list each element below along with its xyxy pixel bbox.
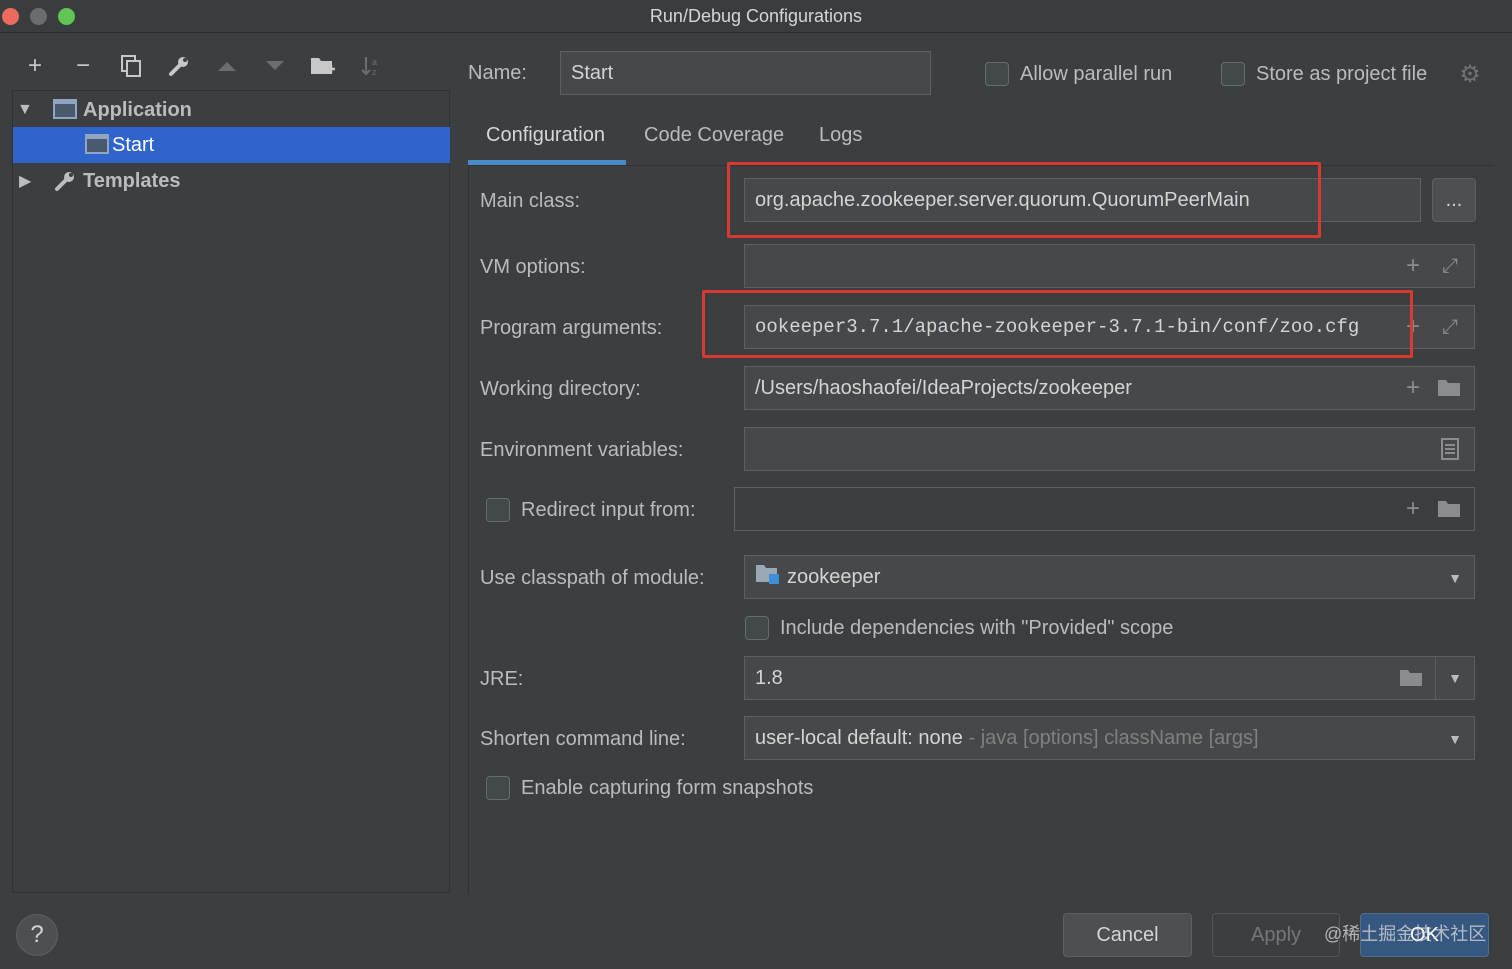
jre-label: JRE: [480,668,524,690]
folder-icon[interactable] [1397,663,1427,693]
enable-snapshots-checkbox[interactable] [486,776,510,800]
window-title: Run/Debug Configurations [649,6,863,26]
apply-button[interactable]: Apply [1212,913,1340,957]
tab-configuration[interactable]: Configuration [486,124,605,147]
store-project-label: Store as project file [1256,63,1428,85]
help-button[interactable]: ? [16,914,58,956]
store-project-checkbox[interactable] [1221,62,1245,86]
shorten-command-select[interactable]: user-local default: none - java [options… [744,716,1475,760]
tree-item-application[interactable]: ▼ Application [13,92,450,128]
environment-variables-label: Environment variables: [480,439,684,461]
expand-icon[interactable]: ⤢ [1435,312,1465,342]
tree-item-label: Application [83,98,192,121]
add-icon[interactable]: + [17,48,53,84]
wrench-icon[interactable] [161,48,197,84]
vm-options-input[interactable] [744,244,1475,288]
working-directory-label: Working directory: [480,378,641,400]
new-folder-icon[interactable] [305,48,341,84]
shorten-command-value: user-local default: none [755,726,963,749]
tab-bar: Configuration Code Coverage Logs [468,114,1494,166]
svg-text:z: z [372,67,377,77]
allow-parallel-checkbox[interactable] [985,62,1009,86]
tab-logs[interactable]: Logs [819,124,862,147]
copy-icon[interactable] [113,48,149,84]
program-arguments-label: Program arguments: [480,317,663,339]
application-icon [53,99,77,119]
tree-item-label: Templates [83,169,181,192]
gear-icon[interactable]: ⚙ [1455,59,1485,89]
title-bar: Run/Debug Configurations [0,0,1512,33]
watermark: @稀土掘金技术社区 [1324,924,1487,944]
redirect-input-label: Redirect input from: [521,499,696,521]
chevron-down-icon[interactable]: ▼ [1440,663,1470,693]
name-input[interactable]: Start [560,51,931,95]
cancel-button[interactable]: Cancel [1063,913,1192,957]
tree-item-templates[interactable]: ▶ Templates [13,163,450,199]
folder-icon[interactable] [1435,373,1465,403]
include-dependencies-checkbox[interactable] [745,616,769,640]
vm-options-label: VM options: [480,256,586,278]
document-icon[interactable] [1435,434,1465,464]
sort-icon[interactable]: az [353,48,389,84]
name-label: Name: [468,62,527,84]
move-down-icon[interactable] [257,48,293,84]
classpath-label: Use classpath of module: [480,567,705,589]
jre-select[interactable]: 1.8 [744,656,1475,700]
shorten-command-label: Shorten command line: [480,728,686,750]
tree-item-start[interactable]: Start [13,127,450,163]
highlight-box [702,290,1413,358]
svg-text:a: a [372,57,377,67]
highlight-box [727,162,1321,238]
chevron-down-icon[interactable]: ▼ [1440,724,1470,754]
expand-arrow-icon[interactable]: ▼ [17,101,33,119]
application-icon [85,134,109,154]
configuration-tree: ▼ Application Start ▶ Templates [12,90,450,893]
expand-icon[interactable]: ⤢ [1435,251,1465,281]
add-icon[interactable]: + [1398,373,1428,403]
classpath-value: zookeeper [787,565,881,588]
environment-variables-input[interactable] [744,427,1475,471]
redirect-input-checkbox[interactable] [486,498,510,522]
classpath-select[interactable]: zookeeper [744,555,1475,599]
folder-icon[interactable] [1435,494,1465,524]
add-icon[interactable]: + [1398,494,1428,524]
add-icon[interactable]: + [1398,251,1428,281]
move-up-icon[interactable] [209,48,245,84]
browse-main-class-button[interactable]: ... [1432,178,1476,222]
chevron-down-icon[interactable]: ▼ [1440,563,1470,593]
wrench-icon [53,169,77,199]
module-folder-icon [755,563,781,591]
jre-divider [1435,657,1436,699]
working-directory-input[interactable]: /Users/haoshaofei/IdeaProjects/zookeeper [744,366,1475,410]
main-class-label: Main class: [480,190,581,212]
enable-snapshots-label: Enable capturing form snapshots [521,777,814,799]
include-dependencies-label: Include dependencies with "Provided" sco… [780,617,1174,639]
collapse-arrow-icon[interactable]: ▶ [19,171,31,191]
allow-parallel-label: Allow parallel run [1020,63,1173,85]
tree-item-label: Start [112,133,155,156]
active-tab-indicator [468,160,626,165]
remove-icon[interactable]: − [65,48,101,84]
redirect-input-field[interactable] [734,487,1475,531]
tab-code-coverage[interactable]: Code Coverage [644,124,784,147]
shorten-command-hint: - java [options] className [args] [962,726,1259,749]
